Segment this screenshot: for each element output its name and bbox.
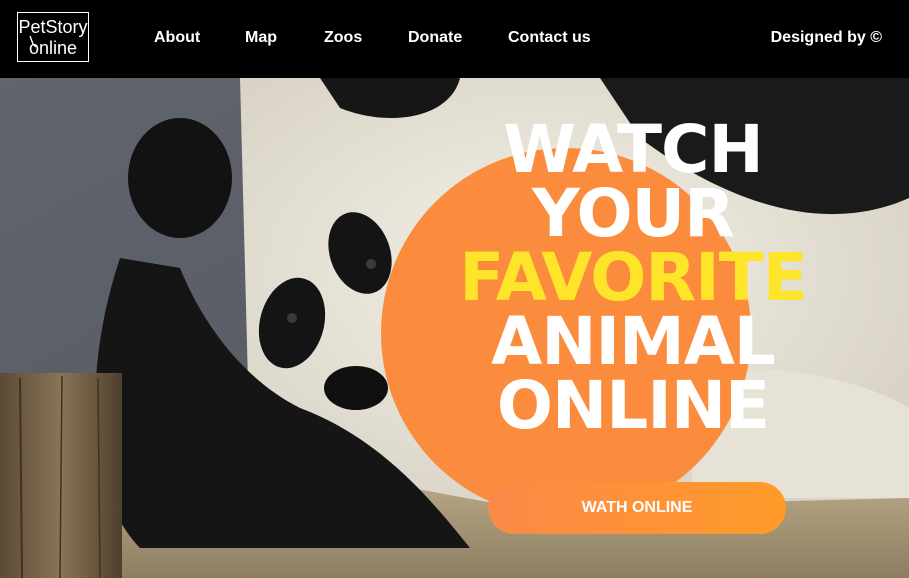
- headline-line-3: FAVORITE: [459, 239, 808, 316]
- headline-line-1: WATCH: [503, 111, 763, 188]
- hero-headline: WATCH YOUR FAVORITE ANIMAL ONLINE: [433, 111, 833, 444]
- nav-about[interactable]: About: [154, 28, 200, 48]
- nav-zoos[interactable]: Zoos: [324, 28, 362, 48]
- logo[interactable]: PetStory online: [17, 12, 89, 62]
- headline-line-4: ANIMAL: [491, 303, 776, 380]
- nav-contact-us[interactable]: Contact us: [508, 28, 591, 48]
- site-header: PetStory online About Map Zoos Donate Co…: [0, 0, 909, 78]
- designer-credit: Designed by ©: [770, 29, 882, 46]
- watch-online-button[interactable]: WATH ONLINE: [488, 482, 786, 534]
- paw-mark-icon: [29, 35, 37, 48]
- nav-map[interactable]: Map: [245, 28, 277, 48]
- nav-donate[interactable]: Donate: [408, 28, 462, 48]
- headline-line-5: ONLINE: [496, 367, 770, 444]
- hero-section: WATCH YOUR FAVORITE ANIMAL ONLINE WATH O…: [0, 78, 909, 578]
- headline-line-2: YOUR: [532, 175, 735, 252]
